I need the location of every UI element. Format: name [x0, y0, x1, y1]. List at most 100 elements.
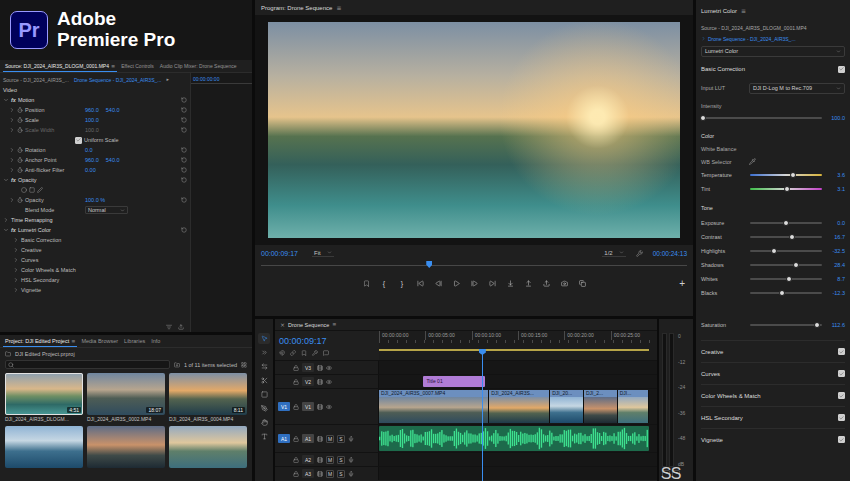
play-icon[interactable]: [453, 280, 460, 287]
button-editor[interactable]: +: [679, 278, 685, 289]
add-marker-button[interactable]: [361, 278, 371, 288]
input-lut-select[interactable]: DJI D-Log M to Rec.709: [749, 83, 845, 94]
track-lane[interactable]: DJI_2024_AIR3S_0007.MP4DJI_2024_AIR3S...…: [379, 389, 657, 424]
close-tab-button[interactable]: ×: [280, 322, 285, 328]
slider-thumb[interactable]: [786, 276, 792, 282]
slider-track[interactable]: [750, 233, 822, 241]
mute-button[interactable]: M: [326, 435, 334, 443]
tool-button[interactable]: [258, 347, 270, 358]
fx-badge[interactable]: fx: [11, 177, 16, 183]
transport-button[interactable]: [541, 278, 551, 288]
track-target[interactable]: A3: [302, 469, 314, 478]
lock-icon[interactable]: [293, 436, 299, 442]
chevron-down-icon[interactable]: [619, 250, 624, 255]
chevron-down-icon[interactable]: [327, 250, 332, 255]
extract-icon[interactable]: [543, 280, 550, 287]
stopwatch-icon[interactable]: [17, 147, 23, 153]
slider-track[interactable]: [750, 275, 822, 283]
slider-thumb[interactable]: [784, 186, 790, 192]
project-item[interactable]: [169, 426, 247, 468]
project-item[interactable]: 8:11DJI_2024_AIR3S_0004.MP4: [169, 373, 247, 423]
panel-tab[interactable]: Libraries: [122, 335, 147, 347]
lumetri-sequence[interactable]: Drone Sequence - DJI_2024_AIR3S_...: [701, 33, 845, 44]
reset-icon[interactable]: [181, 157, 187, 163]
type-tool-icon[interactable]: [261, 433, 268, 440]
collapse-icon[interactable]: [3, 227, 9, 233]
panel-menu[interactable]: ≡: [111, 64, 115, 69]
hand-tool-icon[interactable]: [261, 419, 268, 426]
marker-icon[interactable]: [363, 280, 370, 287]
export-frame-icon[interactable]: [561, 280, 568, 287]
go-to-in-icon[interactable]: [417, 280, 424, 287]
stopwatch-icon[interactable]: [17, 117, 23, 123]
scrubber[interactable]: [261, 261, 687, 269]
track-lane[interactable]: Title 01: [379, 375, 657, 388]
section-checkbox[interactable]: [838, 348, 845, 355]
search-field[interactable]: [5, 360, 170, 369]
project-item[interactable]: 18:07DJI_2024_AIR3S_0002.MP4: [87, 373, 165, 423]
timeline-timecode[interactable]: 00:00:09:17: [279, 336, 379, 346]
transport-button[interactable]: [469, 278, 479, 288]
time-ruler[interactable]: 00:00:00:0000:00:05:0000:00:10:0000:00:1…: [379, 331, 657, 360]
track-lane[interactable]: [379, 467, 657, 480]
video-clip[interactable]: DJI_2024_AIR3S_0007.MP4: [379, 390, 489, 423]
source-patch[interactable]: [278, 377, 290, 386]
panel-menu[interactable]: ≡: [332, 322, 336, 327]
settings-wrench-icon[interactable]: [636, 250, 643, 257]
expand-icon[interactable]: [13, 247, 19, 253]
solo-button[interactable]: S: [337, 470, 345, 478]
slider-thumb[interactable]: [789, 234, 795, 240]
slip-tool-icon[interactable]: [261, 391, 268, 398]
source-patch[interactable]: V1: [278, 402, 290, 411]
grid-view-icon[interactable]: [241, 362, 247, 368]
sequence-clip[interactable]: Drone Sequence - DJI_2024_AIR3S_...: [74, 77, 162, 83]
param-value[interactable]: 960.0: [85, 107, 99, 113]
video-clip[interactable]: DJI_2...: [584, 390, 618, 423]
slider-value[interactable]: 100.0: [825, 115, 845, 121]
slider-thumb[interactable]: [790, 172, 796, 178]
eyedropper-icon[interactable]: [749, 158, 756, 165]
solo-button[interactable]: S: [337, 456, 345, 464]
chevron-down-icon[interactable]: [836, 86, 841, 91]
captions-icon[interactable]: [323, 350, 329, 356]
lumetri-section[interactable]: HSL Secondary: [701, 406, 845, 428]
slider-thumb[interactable]: [814, 322, 820, 328]
expand-icon[interactable]: [9, 197, 15, 203]
lumetri-section[interactable]: Curves: [701, 362, 845, 384]
fx-badge[interactable]: fx: [11, 97, 16, 103]
stopwatch-icon[interactable]: [17, 107, 23, 113]
ripple-edit-icon[interactable]: [261, 363, 268, 370]
panel-tab[interactable]: Media Browser: [79, 335, 120, 347]
slider-value[interactable]: 3.6: [825, 172, 845, 178]
slider-thumb[interactable]: [779, 290, 785, 296]
meter-solo-button[interactable]: S: [662, 470, 670, 478]
transport-button[interactable]: [523, 278, 533, 288]
slider-track[interactable]: [750, 289, 822, 297]
monitor-title[interactable]: Program: Drone Sequence: [261, 5, 332, 11]
new-bin-icon[interactable]: [174, 362, 180, 368]
slider-value[interactable]: 3.1: [825, 186, 845, 192]
lock-icon[interactable]: [293, 404, 299, 410]
track-lane[interactable]: [379, 425, 657, 452]
eye-icon[interactable]: [326, 365, 332, 371]
transport-button[interactable]: [487, 278, 497, 288]
slider-value[interactable]: 0.0: [825, 220, 845, 226]
tool-button[interactable]: [258, 389, 270, 400]
source-patch[interactable]: A1: [278, 434, 290, 443]
section-checkbox[interactable]: [838, 66, 845, 73]
source-patch[interactable]: [278, 455, 290, 464]
clip-thumbnail[interactable]: 4:51: [5, 373, 83, 415]
timeline-playhead[interactable]: [482, 349, 483, 481]
param-value[interactable]: 540.0: [106, 157, 120, 163]
tool-button[interactable]: [258, 375, 270, 386]
project-item[interactable]: [87, 426, 165, 468]
slider-thumb[interactable]: [771, 248, 777, 254]
rectangle-mask-icon[interactable]: [29, 187, 35, 193]
snap-icon[interactable]: [279, 350, 285, 356]
lock-icon[interactable]: [293, 471, 299, 477]
step-back-icon[interactable]: [435, 280, 442, 287]
section-checkbox[interactable]: [838, 392, 845, 399]
panel-menu[interactable]: ≡: [71, 339, 75, 344]
solo-button[interactable]: S: [337, 435, 345, 443]
playhead-timecode[interactable]: 00:00:09:17: [261, 250, 298, 257]
